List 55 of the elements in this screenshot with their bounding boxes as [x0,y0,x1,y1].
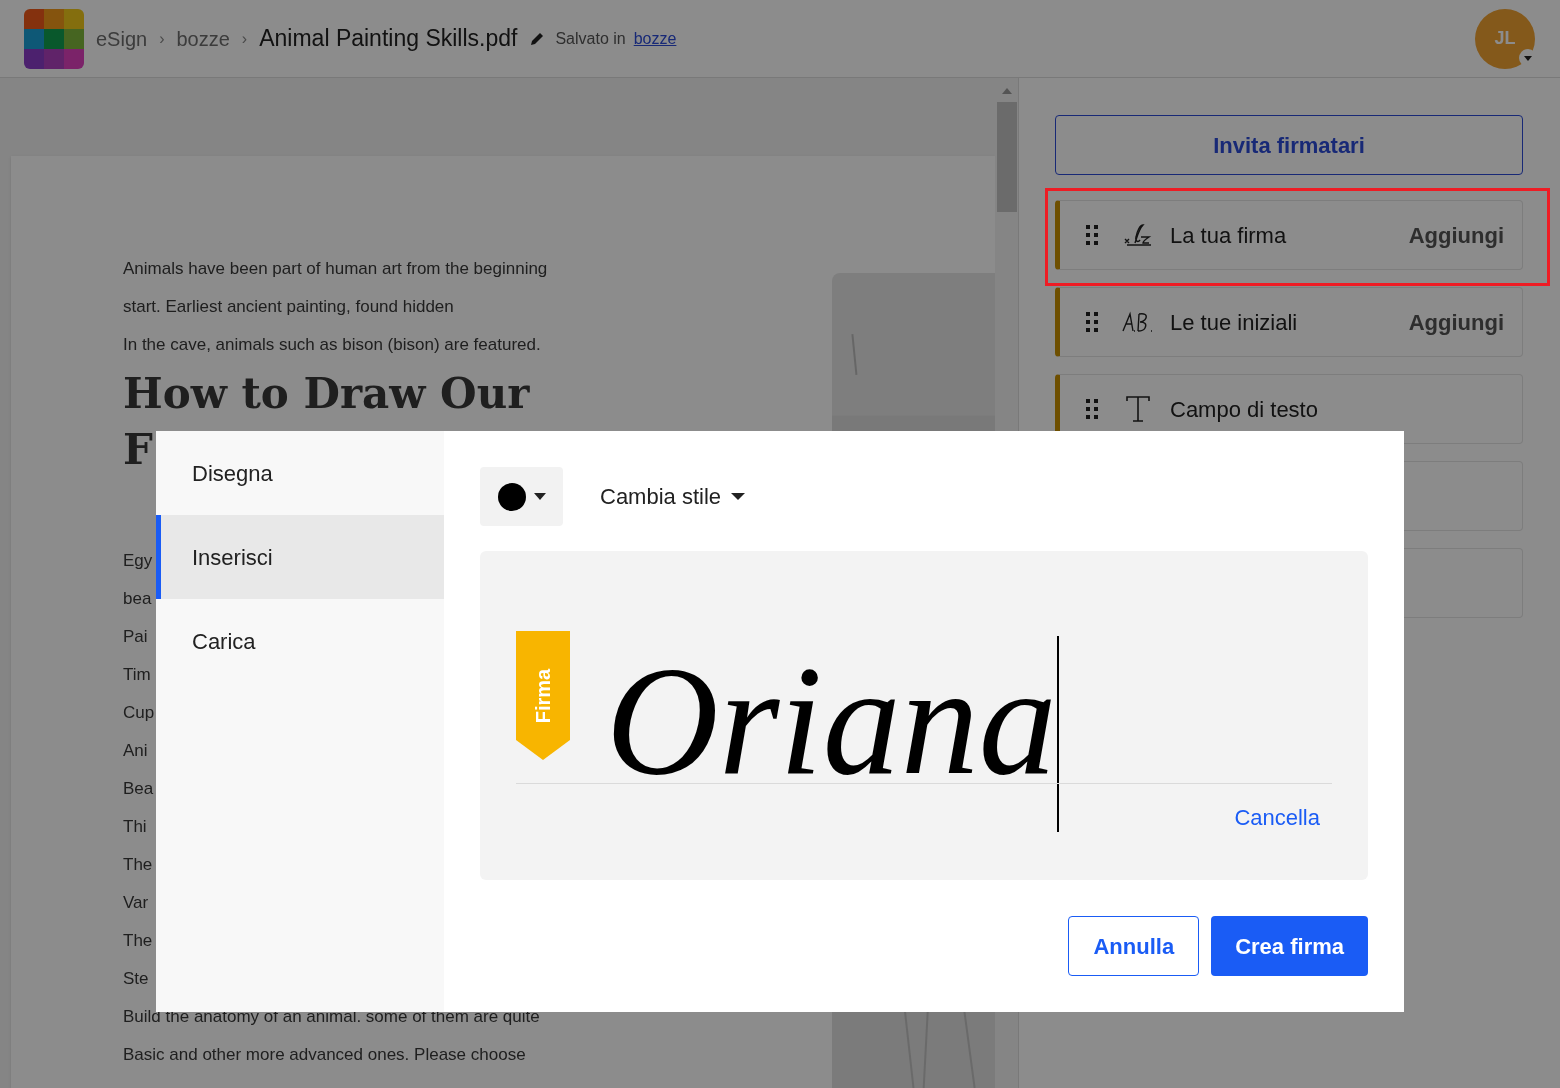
add-button[interactable]: Aggiungi [1408,218,1504,252]
dialog-tab[interactable]: Inserisci [156,515,444,599]
paragraph-line: In the cave, animals such as bison (bison) are featured. [123,334,541,356]
section-heading: How to Draw Our [123,368,530,420]
paragraph-line: Animals have been part of human art from the beginning [123,258,548,280]
paragraph-line: Tim [123,664,151,686]
scrollbar-thumb[interactable] [996,102,1017,212]
paragraph-line: Thi [123,816,147,838]
breadcrumb-separator: › [241,28,248,49]
section-heading: F [123,424,153,476]
invite-signers-button[interactable]: Invita firmatari [1055,115,1523,175]
document-title: Animal Painting Skills.pdf [259,24,518,54]
paragraph-line: Basic and other more advanced ones. Please choose [123,1044,526,1066]
caret-icon [731,492,746,501]
paragraph-line: The [123,930,153,952]
paragraph-line: start. Earliest ancient painting, found hidden [123,296,454,318]
app-name[interactable]: eSign [96,23,148,54]
paragraph-line: The [123,854,153,876]
ink-color-button[interactable] [480,467,563,526]
create-signature-button[interactable]: Crea firma [1211,916,1368,976]
signature-field-row[interactable]: Le tue iniziali Aggiungi [1055,287,1523,357]
breadcrumb-folder[interactable]: bozze [176,23,230,54]
paragraph-line: Cup [123,702,155,724]
signature-field-row[interactable]: La tua firma Aggiungi [1055,200,1523,270]
text-field-icon [1125,395,1151,423]
paragraph-line: Egy [123,550,153,572]
drag-handle-icon[interactable] [1086,225,1098,245]
dialog-tab[interactable]: Disegna [156,431,444,515]
saved-label: Salvato in [555,28,626,49]
clear-link[interactable]: Cancella [1234,801,1320,834]
caret-icon [533,492,546,501]
signature-canvas[interactable]: Firma Oriana Cancella [480,551,1368,880]
folder-link[interactable]: bozze [633,26,677,51]
paragraph-line: Var [123,892,149,914]
pencil-icon[interactable] [529,30,546,47]
paragraph-line: Ani [123,740,148,762]
breadcrumb-separator: › [159,28,165,49]
style-dropdown[interactable]: Cambia stile [600,480,746,513]
paragraph-line: Ste [123,968,149,990]
signature-icon [1123,221,1153,249]
drag-handle-icon[interactable] [1086,312,1098,332]
dialog-tab[interactable]: Carica [156,599,444,683]
paragraph-line: Bea [123,778,154,800]
ribbon-label: Firma [531,668,555,723]
initials-icon [1121,311,1155,333]
field-label: Campo di testo [1170,395,1318,424]
app-logo[interactable] [24,8,84,69]
paragraph-line: Pai [123,626,148,648]
drag-handle-icon[interactable] [1086,399,1098,419]
add-button[interactable]: Aggiungi [1408,305,1504,339]
typed-signature: Oriana [606,636,1057,806]
field-label: La tua firma [1170,221,1287,250]
paragraph-line: bea [123,588,152,610]
field-label: Le tue iniziali [1170,308,1298,337]
cancel-button[interactable]: Annulla [1068,916,1200,976]
